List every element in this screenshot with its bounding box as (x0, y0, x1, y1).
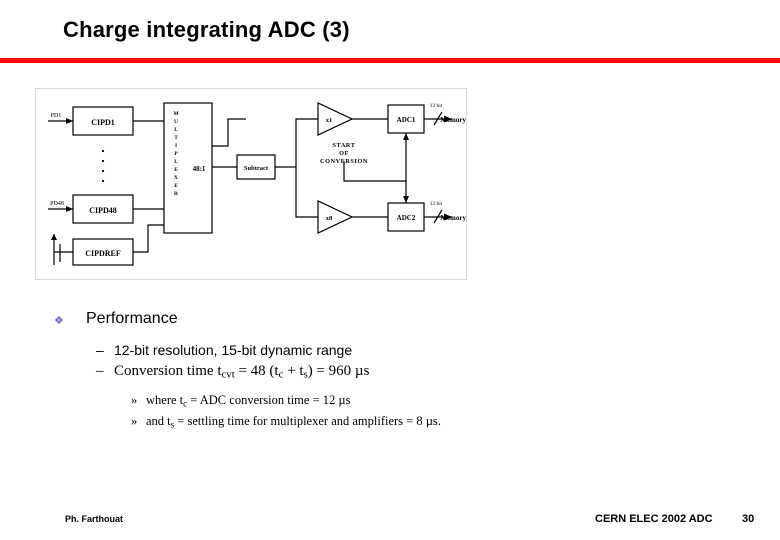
title-divider (0, 58, 780, 63)
bullet-level3-ts-label: and ts = settling time for multiplexer a… (146, 414, 441, 430)
diagram-label-bits-bottom: 12 bit (430, 201, 443, 207)
bullet-marker-dash-icon: – (96, 342, 104, 358)
diagram-label-amp-bottom: x8 (326, 215, 333, 222)
page-title: Charge integrating ADC (3) (63, 17, 350, 42)
svg-text:T: T (174, 135, 178, 141)
diagram-label-pd48: PD48 (50, 201, 64, 207)
diagram-label-adc2: ADC2 (397, 214, 416, 222)
svg-text:CONVERSION: CONVERSION (320, 158, 368, 165)
svg-text:P: P (174, 151, 178, 157)
bullet-marker-guillemet-icon: » (131, 414, 138, 428)
svg-text:U: U (174, 119, 178, 125)
bullet-level2-resolution-label: 12-bit resolution, 15-bit dynamic range (114, 342, 353, 358)
diagram-label-bits-top: 12 bit (430, 103, 443, 109)
svg-text:R: R (174, 191, 178, 197)
diagram-label-start-of-conversion-line1: START (333, 142, 356, 149)
svg-text:OF: OF (339, 150, 349, 157)
bullet-level2-conversion-time-label: Conversion time tcvt = 48 (tc + ts) = 96… (114, 363, 370, 381)
footer-course: CERN ELEC 2002 ADC (595, 513, 713, 525)
slide: Charge integrating ADC (3) PD1 PD48 CIPD… (0, 0, 780, 540)
diagram-label-adc1: ADC1 (397, 116, 416, 124)
diagram-label-memory-bottom: Memory (440, 214, 466, 222)
diagram-label-amp-top: x1 (326, 117, 333, 124)
svg-text:L: L (174, 127, 178, 133)
footer-page-number: 30 (742, 513, 755, 525)
diagram-label-mux-ratio: 48:1 (193, 165, 206, 173)
diagram-label-cipd48: CIPD48 (89, 206, 117, 215)
bullet-level1-label: Performance (86, 310, 178, 327)
diagram-label-cipdref: CIPDREF (85, 249, 121, 258)
bullet-marker-dash-icon: – (96, 363, 104, 379)
bullet-marker-guillemet-icon: » (131, 393, 138, 407)
bullet-level3-tc-label: where tc = ADC conversion time = 12 µs (146, 393, 351, 409)
diagram-label-pd1: PD1 (51, 113, 62, 119)
svg-text:I: I (175, 143, 177, 149)
bullet-marker-diamond-icon: ❖ (54, 315, 64, 327)
diagram-label-cipd1: CIPD1 (91, 118, 115, 127)
svg-text:M: M (173, 111, 178, 117)
svg-text:E: E (174, 183, 178, 189)
diagram-label-subtract: Subtract (244, 165, 269, 172)
svg-text:E: E (174, 167, 178, 173)
svg-text:L: L (174, 159, 178, 165)
diagram-label-memory-top: Memory (440, 116, 466, 124)
charge-integrating-adc-block-diagram: PD1 PD48 CIPD1 CIPD48 CIPDREF MUL TIP LE… (35, 88, 467, 280)
footer-author: Ph. Farthouat (65, 514, 123, 524)
svg-text:X: X (174, 175, 178, 181)
